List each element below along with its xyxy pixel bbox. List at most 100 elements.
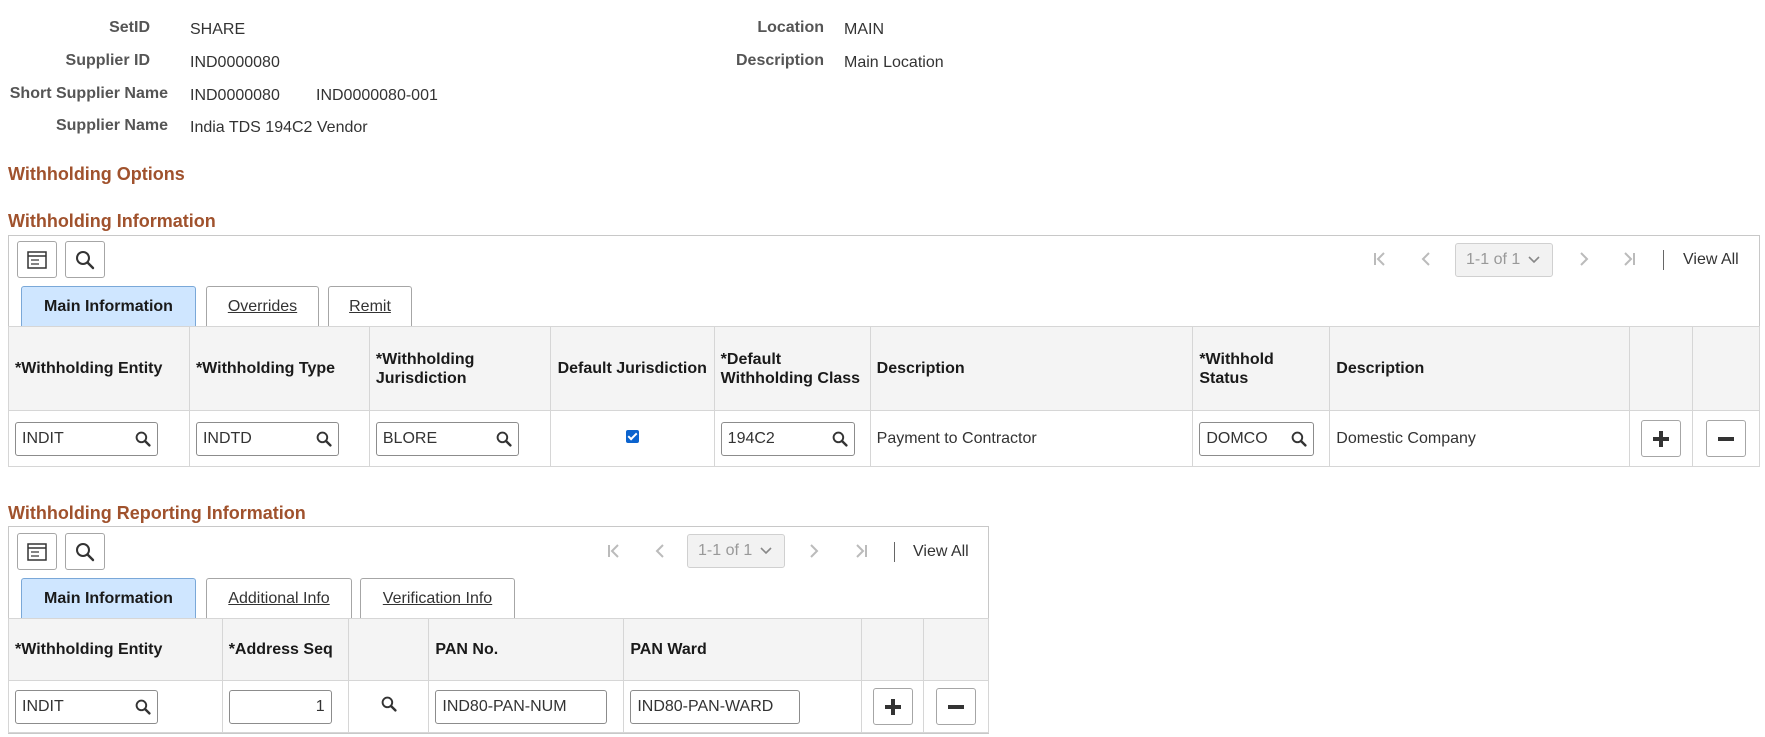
tab-verification-info[interactable]: Verification Info xyxy=(360,578,515,618)
last-page-button[interactable] xyxy=(849,539,873,563)
tab-label: Main Information xyxy=(44,297,173,315)
field-value: DOMCO xyxy=(1206,429,1268,447)
add-row-button[interactable] xyxy=(1640,420,1681,457)
address-seq-input[interactable]: 1 xyxy=(228,689,332,724)
grid-settings-icon xyxy=(27,542,47,561)
withholding-information-table: *Withholding Entity *Withholding Type *W… xyxy=(8,326,1761,467)
tab-label: Main Information xyxy=(44,589,173,607)
personalize-grid-button[interactable] xyxy=(17,241,57,278)
withholding-reporting-information-title: Withholding Reporting Information xyxy=(8,503,306,523)
tab-label: Overrides xyxy=(227,297,298,315)
next-button[interactable] xyxy=(1572,247,1596,271)
pan-ward-input[interactable]: IND80-PAN-WARD xyxy=(630,689,801,724)
col-add xyxy=(1628,326,1693,411)
col-withhold-status: *Withhold Status xyxy=(1192,326,1331,411)
setid-value: SHARE xyxy=(190,21,246,38)
table-row: INDIT INDTD BLORE 194C2 Payment to Contr… xyxy=(8,410,1761,467)
location-label: Location xyxy=(757,19,824,36)
add-row-button[interactable] xyxy=(872,688,913,725)
status-description-value: Domestic Company xyxy=(1329,410,1630,467)
view-all-link[interactable]: View All xyxy=(913,543,969,561)
col-withholding-entity: *Withholding Entity xyxy=(8,326,190,411)
field-value: 194C2 xyxy=(727,429,775,447)
col-default-withholding-class: *Default Withholding Class xyxy=(713,326,871,411)
col-withholding-entity: *Withholding Entity xyxy=(8,618,223,681)
withholding-information-title: Withholding Information xyxy=(8,211,216,231)
row-pager-text: 1-1 of 1 xyxy=(1466,251,1521,268)
next-icon xyxy=(810,544,819,558)
field-value: 1 xyxy=(315,697,325,715)
delete-row-button[interactable] xyxy=(935,688,976,725)
withholding-entity-input[interactable]: INDIT xyxy=(15,421,158,456)
supplier-name-label: Supplier Name xyxy=(55,117,168,134)
supplier-id-label: Supplier ID xyxy=(65,52,150,69)
default-withholding-class-input[interactable]: 194C2 xyxy=(720,421,855,456)
row-pager-select[interactable]: 1-1 of 1 xyxy=(1455,243,1553,277)
find-in-grid-button[interactable] xyxy=(65,241,105,278)
default-jurisdiction-checkbox[interactable] xyxy=(625,429,639,443)
search-icon[interactable] xyxy=(316,431,332,447)
find-in-reporting-grid-button[interactable] xyxy=(65,533,105,570)
previous-button[interactable] xyxy=(1414,247,1438,271)
col-class-description: Description xyxy=(869,326,1194,411)
search-icon[interactable] xyxy=(135,699,151,715)
col-status-description: Description xyxy=(1329,326,1630,411)
setid-label: SetID xyxy=(109,19,150,36)
search-icon[interactable] xyxy=(496,431,512,447)
supplier-name-value: India TDS 194C2 Vendor xyxy=(190,119,368,136)
col-delete xyxy=(1691,326,1761,411)
previous-icon xyxy=(655,544,664,558)
first-page-button[interactable] xyxy=(602,539,626,563)
search-icon[interactable] xyxy=(1291,431,1307,447)
last-page-icon xyxy=(1624,252,1635,266)
search-icon xyxy=(76,542,95,561)
tab-remit[interactable]: Remit xyxy=(328,286,412,326)
row-pager-select[interactable]: 1-1 of 1 xyxy=(687,534,785,568)
class-description-value: Payment to Contractor xyxy=(869,410,1194,467)
field-value: INDTD xyxy=(202,429,252,447)
search-icon[interactable] xyxy=(135,431,151,447)
last-page-button[interactable] xyxy=(1617,247,1641,271)
withholding-reporting-table: *Withholding Entity *Address Seq PAN No.… xyxy=(8,618,990,733)
col-delete xyxy=(922,618,990,681)
col-pan-no: PAN No. xyxy=(428,618,625,681)
description-value: Main Location xyxy=(844,54,944,71)
col-withholding-type: *Withholding Type xyxy=(188,326,370,411)
minus-icon xyxy=(947,704,964,709)
tab-main-information[interactable]: Main Information xyxy=(21,578,196,618)
short-supplier-name-label: Short Supplier Name xyxy=(9,85,168,102)
previous-button[interactable] xyxy=(648,539,672,563)
next-button[interactable] xyxy=(802,539,826,563)
search-icon[interactable] xyxy=(832,431,848,447)
location-value: MAIN xyxy=(844,21,884,38)
short-supplier-name-value: IND0000080 xyxy=(190,87,280,104)
chevron-down-icon xyxy=(1528,256,1540,264)
col-default-jurisdiction: Default Jurisdiction xyxy=(549,326,715,411)
field-value: INDIT xyxy=(22,697,64,715)
field-value: IND80-PAN-NUM xyxy=(442,697,567,715)
view-all-link[interactable]: View All xyxy=(1683,251,1739,269)
minus-icon xyxy=(1717,436,1734,441)
search-icon[interactable] xyxy=(381,696,397,712)
table-row: INDIT 1 IND80-PAN-NUM IND80-PAN-WARD xyxy=(8,680,990,733)
tab-overrides[interactable]: Overrides xyxy=(206,286,319,326)
reporting-withholding-entity-input[interactable]: INDIT xyxy=(15,689,158,724)
pager-separator xyxy=(1663,250,1664,270)
withholding-type-input[interactable]: INDTD xyxy=(195,421,339,456)
col-pan-ward: PAN Ward xyxy=(623,618,863,681)
plus-icon xyxy=(884,698,901,715)
delete-row-button[interactable] xyxy=(1705,420,1746,457)
first-page-button[interactable] xyxy=(1368,247,1392,271)
first-page-icon xyxy=(608,544,619,558)
tab-additional-info[interactable]: Additional Info xyxy=(206,578,352,618)
pager-separator xyxy=(894,542,895,562)
withholding-jurisdiction-input[interactable]: BLORE xyxy=(375,421,519,456)
search-icon xyxy=(76,250,95,269)
description-label: Description xyxy=(735,52,824,69)
field-value: BLORE xyxy=(382,429,438,447)
row-pager-text: 1-1 of 1 xyxy=(698,542,753,559)
tab-main-information[interactable]: Main Information xyxy=(21,286,196,326)
personalize-reporting-grid-button[interactable] xyxy=(17,533,57,570)
withhold-status-input[interactable]: DOMCO xyxy=(1199,421,1315,456)
pan-no-input[interactable]: IND80-PAN-NUM xyxy=(435,689,608,724)
